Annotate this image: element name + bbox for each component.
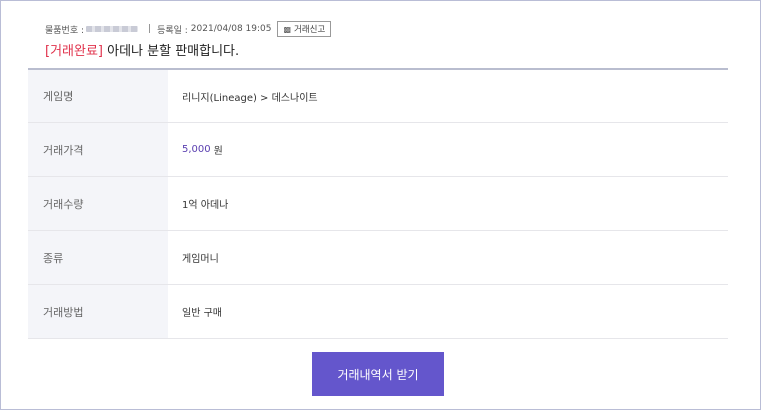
item-title: [거래완료] 아데나 분할 판매합니다.	[45, 40, 239, 59]
trade-details-table: 게임명 리니지(Lineage) > 데스나이트 거래가격 5,000 원 거래…	[28, 68, 728, 339]
table-row: 거래수량 1억 아데나	[28, 177, 728, 231]
reg-date-label: 등록일 :	[157, 25, 188, 36]
type-label: 종류	[28, 231, 168, 284]
price-unit: 원	[213, 146, 223, 157]
type-value: 게임머니	[182, 254, 219, 265]
table-row: 거래가격 5,000 원	[28, 123, 728, 177]
download-receipt-button[interactable]: 거래내역서 받기	[312, 352, 444, 396]
trade-status-badge: [거래완료]	[45, 44, 103, 59]
report-trade-button[interactable]: ▩ 거래신고	[277, 21, 332, 37]
item-number-masked	[86, 26, 139, 32]
game-name-value: 리니지(Lineage) > 데스나이트	[182, 92, 318, 104]
reg-date-value: 2021/04/08 19:05	[190, 24, 272, 34]
meta-separator: |	[148, 24, 152, 34]
report-trade-label: 거래신고	[294, 25, 326, 35]
meta-bar: 물품번호 : | 등록일 : 2021/04/08 19:05 ▩ 거래신고	[45, 20, 332, 38]
trade-detail-panel: 물품번호 : | 등록일 : 2021/04/08 19:05 ▩ 거래신고 […	[0, 0, 761, 410]
item-title-text: 아데나 분할 판매합니다.	[107, 44, 240, 59]
game-name-label: 게임명	[28, 70, 168, 122]
table-row: 종류 게임머니	[28, 231, 728, 285]
table-row: 게임명 리니지(Lineage) > 데스나이트	[28, 70, 728, 123]
price-cell: 5,000 원	[168, 123, 728, 176]
method-value: 일반 구매	[182, 308, 222, 319]
table-row: 거래방법 일반 구매	[28, 285, 728, 339]
report-icon: ▩	[283, 24, 292, 34]
item-number-label: 물품번호 :	[45, 25, 85, 36]
price-value: 5,000	[182, 144, 211, 155]
method-label: 거래방법	[28, 285, 168, 338]
quantity-value: 1억 아데나	[182, 200, 229, 211]
quantity-label: 거래수량	[28, 177, 168, 230]
price-label: 거래가격	[28, 123, 168, 176]
